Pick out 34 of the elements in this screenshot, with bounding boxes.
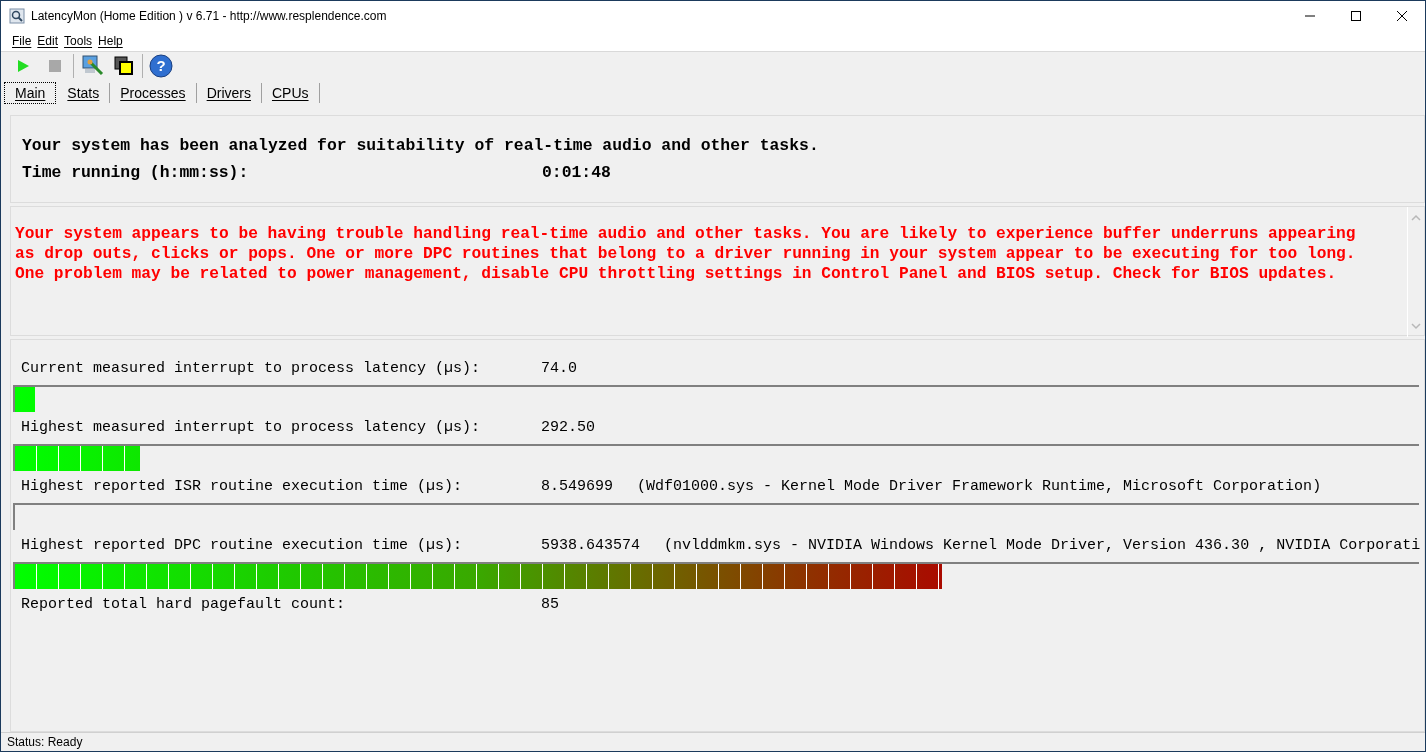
measurement-value: 8.549699 <box>541 477 613 495</box>
tab[interactable]: Processes <box>110 83 197 103</box>
time-value: 0:01:48 <box>542 163 612 182</box>
measurement-detail: (Wdf01000.sys - Kernel Mode Driver Framework Runtime, Microsoft Corporation) <box>636 477 1323 495</box>
menu-item[interactable]: Tools <box>61 34 96 48</box>
measurement-detail: (nvlddmkm.sys - NVIDIA Windows Kernel Mode Driver, Version 436.30 , NVIDIA Corporati <box>663 536 1422 554</box>
menu-item[interactable]: Edit <box>34 34 62 48</box>
help-icon[interactable]: ? <box>147 53 175 79</box>
verdict-text: Your system appears to be having trouble handling real-time audio and other tasks. You are likely to experience buffer underruns appearing as drop outs, clicks or pops. One or more DPC routines that belong to a driver running in your system appear to be executing for too long. One problem may be related to power management, disable CPU throttling settings in Control Panel and BIOS setup. Check for BIOS updates. <box>15 224 1357 284</box>
measurement-value: 292.50 <box>541 418 595 436</box>
app-icon <box>9 8 25 24</box>
summary-headline: Your system has been analyzed for suitability of real-time audio and other tasks. <box>22 136 820 155</box>
stop-icon <box>49 60 61 72</box>
measurement-value: 5938.643574 <box>541 536 641 554</box>
measurement-label: Current measured interrupt to process latency (µs): <box>21 359 482 377</box>
maximize-icon <box>1350 10 1362 22</box>
measurement-value: 74.0 <box>541 359 577 377</box>
menu-item[interactable]: Help <box>95 34 126 48</box>
tab[interactable]: CPUs <box>261 83 320 103</box>
status-bar: Status: Ready <box>1 732 1425 751</box>
time-label: Time running (h:mm:ss): <box>22 163 250 182</box>
menu-item[interactable]: File <box>9 34 35 48</box>
tab[interactable]: Stats <box>57 83 111 103</box>
measurement-label: Highest reported DPC routine execution time (µs): <box>21 536 464 554</box>
measurement-label: Highest reported ISR routine execution time (µs): <box>21 477 464 495</box>
play-icon <box>16 59 30 73</box>
measurement-value: 85 <box>541 595 559 613</box>
tab[interactable]: Main <box>4 82 57 104</box>
tab[interactable]: Drivers <box>196 83 262 103</box>
measurement-label: Reported total hard pagefault count: <box>21 595 347 613</box>
scrollbar[interactable] <box>1407 207 1424 337</box>
measurement-label: Highest measured interrupt to process latency (µs): <box>21 418 482 436</box>
close-icon <box>1396 10 1408 22</box>
window-title: LatencyMon (Home Edition ) v 6.71 - http://www.resplendence.com <box>31 9 388 23</box>
